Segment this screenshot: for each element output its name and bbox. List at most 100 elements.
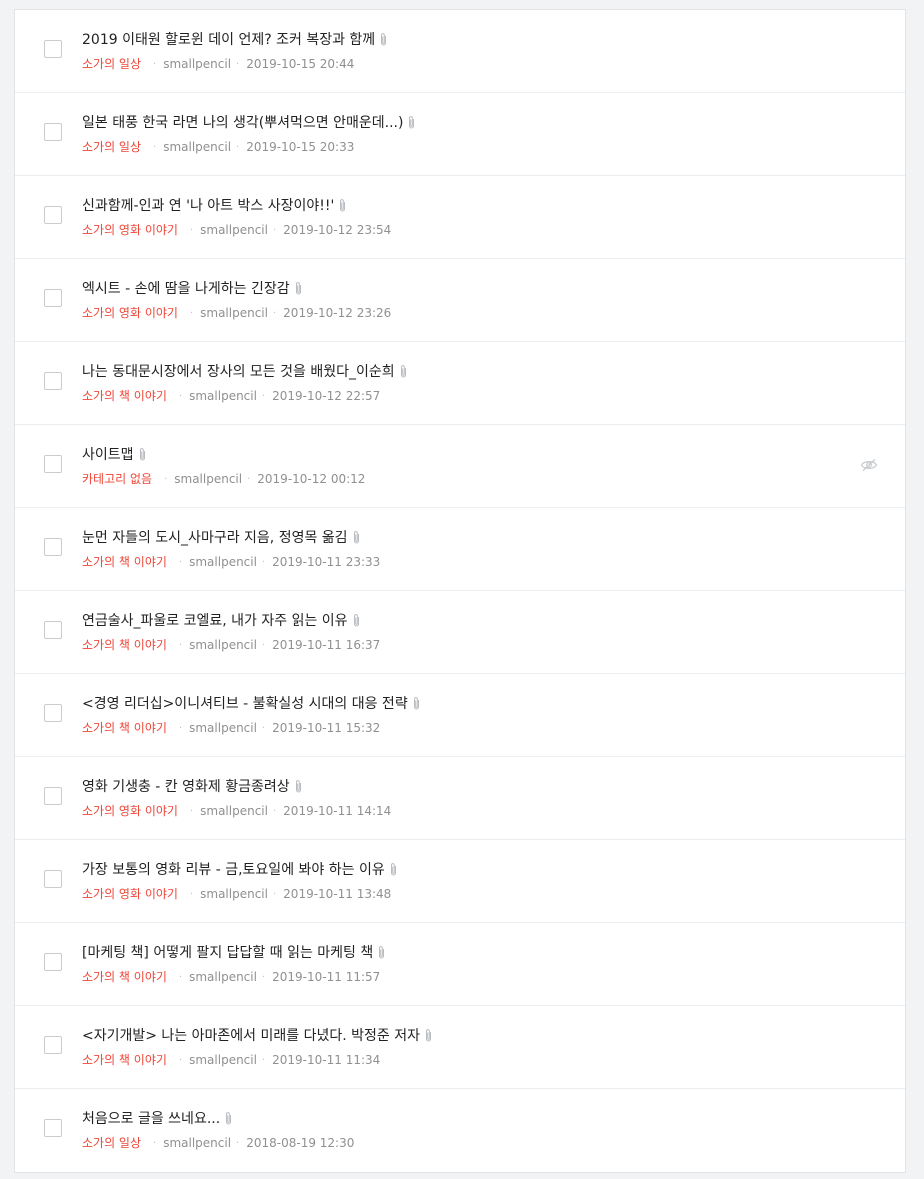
post-category-link[interactable]: 카테고리 없음 — [82, 472, 152, 486]
post-meta: 소가의 일상 · smallpencil · 2019-10-15 20:33 — [82, 139, 354, 156]
post-category-link[interactable]: 소가의 책 이야기 — [82, 970, 167, 984]
post-author: smallpencil — [174, 472, 243, 486]
post-category-link[interactable]: 소가의 책 이야기 — [82, 1053, 167, 1067]
post-select-checkbox[interactable] — [44, 1036, 62, 1054]
post-category-link[interactable]: 소가의 영화 이야기 — [82, 223, 178, 237]
post-title-link[interactable]: 가장 보통의 영화 리뷰 - 금,토요일에 봐야 하는 이유 — [82, 860, 398, 883]
meta-separator: · — [189, 308, 194, 319]
post-author: smallpencil — [163, 140, 232, 154]
meta-separator: · — [178, 557, 183, 568]
meta-separator: · — [153, 59, 157, 70]
paperclip-icon — [389, 862, 398, 883]
post-title-text: [마케팅 책] 어떻게 팔지 답답할 때 읽는 마케팅 책 — [82, 945, 374, 961]
paperclip-icon — [412, 696, 421, 717]
post-category-link[interactable]: 소가의 책 이야기 — [82, 721, 167, 735]
post-title-text: 2019 이태원 할로윈 데이 언제? 조커 복장과 함께 — [82, 32, 376, 48]
post-select-checkbox[interactable] — [44, 455, 62, 473]
post-select-checkbox[interactable] — [44, 40, 62, 58]
post-title-text: 처음으로 글을 쓰네요... — [82, 1111, 221, 1127]
post-date: 2019-10-15 20:33 — [246, 140, 355, 154]
eye-slash-icon[interactable] — [860, 457, 878, 471]
post-select-checkbox[interactable] — [44, 1119, 62, 1137]
meta-separator: · — [189, 889, 194, 900]
post-category-link[interactable]: 소가의 책 이야기 — [82, 389, 167, 403]
post-category-link[interactable]: 소가의 책 이야기 — [82, 555, 167, 569]
meta-separator: · — [272, 308, 277, 319]
post-meta: 소가의 책 이야기 · smallpencil · 2019-10-11 11:34 — [82, 1052, 380, 1069]
post-category-link[interactable]: 소가의 영화 이야기 — [82, 306, 178, 320]
post-select-checkbox[interactable] — [44, 870, 62, 888]
post-title-link[interactable]: 사이트맵 — [82, 445, 147, 468]
post-title-link[interactable]: <경영 리더십>이니셔티브 - 불확실성 시대의 대응 전략 — [82, 694, 421, 717]
post-row: <자기개발> 나는 아마존에서 미래를 다녔다. 박정준 저자소가의 책 이야기… — [15, 1006, 905, 1089]
post-title-link[interactable]: <자기개발> 나는 아마존에서 미래를 다녔다. 박정준 저자 — [82, 1026, 433, 1049]
post-row: 나는 동대문시장에서 장사의 모든 것을 배웠다_이순희 소가의 책 이야기 · sm… — [15, 342, 905, 425]
post-select-checkbox[interactable] — [44, 123, 62, 141]
post-category-link[interactable]: 소가의 일상 — [82, 57, 141, 71]
meta-separator: · — [261, 723, 266, 734]
post-category-link[interactable]: 소가의 책 이야기 — [82, 638, 167, 652]
post-select-checkbox[interactable] — [44, 372, 62, 390]
post-meta: 카테고리 없음 · smallpencil · 2019-10-12 00:12 — [82, 471, 365, 488]
post-select-checkbox[interactable] — [44, 289, 62, 307]
post-title-text: 신과함께-인과 연 '나 아트 박스 사장이야!!' — [82, 198, 335, 214]
post-date: 2019-10-11 16:37 — [272, 638, 381, 652]
post-select-checkbox[interactable] — [44, 206, 62, 224]
post-category-link[interactable]: 소가의 영화 이야기 — [82, 804, 178, 818]
post-category-link[interactable]: 소가의 영화 이야기 — [82, 887, 178, 901]
post-meta: 소가의 책 이야기 · smallpencil · 2019-10-11 11:57 — [82, 969, 380, 986]
post-title-text: 일본 태풍 한국 라면 나의 생각(뿌셔먹으면 안매운데...) — [82, 115, 404, 131]
post-date: 2019-10-15 20:44 — [246, 57, 355, 71]
post-row: 사이트맵 카테고리 없음 · smallpencil · 2019-10-12 00:12 — [15, 425, 905, 508]
paperclip-icon — [352, 530, 361, 551]
post-date: 2019-10-11 11:57 — [272, 970, 381, 984]
post-title-link[interactable]: 일본 태풍 한국 라면 나의 생각(뿌셔먹으면 안매운데...) — [82, 113, 416, 136]
post-category-link[interactable]: 소가의 일상 — [82, 1136, 141, 1150]
post-author: smallpencil — [189, 638, 257, 652]
post-author: smallpencil — [189, 555, 257, 569]
paperclip-icon — [294, 779, 303, 800]
post-row: 신과함께-인과 연 '나 아트 박스 사장이야!!' 소가의 영화 이야기 · sma… — [15, 176, 905, 259]
post-row: 처음으로 글을 쓰네요... 소가의 일상 · smallpencil · 2018-08… — [15, 1089, 905, 1172]
post-row: 엑시트 - 손에 땀을 나게하는 긴장감 소가의 영화 이야기 · smallpenc… — [15, 259, 905, 342]
post-select-checkbox[interactable] — [44, 953, 62, 971]
meta-separator: · — [261, 640, 266, 651]
meta-separator: · — [178, 972, 183, 983]
post-author: smallpencil — [163, 57, 232, 71]
post-meta: 소가의 책 이야기 · smallpencil · 2019-10-11 16:37 — [82, 637, 380, 654]
meta-separator: · — [272, 806, 277, 817]
paperclip-icon — [377, 945, 386, 966]
post-title-link[interactable]: 엑시트 - 손에 땀을 나게하는 긴장감 — [82, 279, 303, 302]
post-select-checkbox[interactable] — [44, 787, 62, 805]
post-select-checkbox[interactable] — [44, 704, 62, 722]
post-author: smallpencil — [200, 804, 268, 818]
post-date: 2019-10-12 00:12 — [257, 472, 366, 486]
post-author: smallpencil — [200, 887, 268, 901]
post-title-link[interactable]: 나는 동대문시장에서 장사의 모든 것을 배웠다_이순희 — [82, 362, 408, 385]
post-title-text: 영화 기생충 - 칸 영화제 황금종려상 — [82, 779, 290, 795]
post-title-link[interactable]: 눈먼 자들의 도시_사마구라 지음, 정영목 옮김 — [82, 528, 361, 551]
post-title-link[interactable]: 영화 기생충 - 칸 영화제 황금종려상 — [82, 777, 303, 800]
post-title-link[interactable]: [마케팅 책] 어떻게 팔지 답답할 때 읽는 마케팅 책 — [82, 943, 386, 966]
post-meta: 소가의 영화 이야기 · smallpencil · 2019-10-12 23:26 — [82, 305, 391, 322]
post-row: 연금술사_파울로 코엘료, 내가 자주 읽는 이유소가의 책 이야기 · small… — [15, 591, 905, 674]
meta-separator: · — [178, 1055, 183, 1066]
post-select-checkbox[interactable] — [44, 621, 62, 639]
meta-separator: · — [272, 225, 277, 236]
post-date: 2019-10-11 15:32 — [272, 721, 381, 735]
post-select-checkbox[interactable] — [44, 538, 62, 556]
meta-separator: · — [164, 474, 168, 485]
post-title-link[interactable]: 신과함께-인과 연 '나 아트 박스 사장이야!!' — [82, 196, 347, 219]
paperclip-icon — [399, 364, 408, 385]
post-title-link[interactable]: 처음으로 글을 쓰네요... — [82, 1109, 233, 1132]
post-row: 가장 보통의 영화 리뷰 - 금,토요일에 봐야 하는 이유소가의 영화 이야기… — [15, 840, 905, 923]
post-category-link[interactable]: 소가의 일상 — [82, 140, 141, 154]
post-title-text: 엑시트 - 손에 땀을 나게하는 긴장감 — [82, 281, 290, 297]
post-date: 2019-10-12 23:54 — [283, 223, 392, 237]
post-title-link[interactable]: 연금술사_파울로 코엘료, 내가 자주 읽는 이유 — [82, 611, 361, 634]
post-title-link[interactable]: 2019 이태원 할로윈 데이 언제? 조커 복장과 함께 — [82, 30, 388, 53]
post-author: smallpencil — [189, 1053, 257, 1067]
paperclip-icon — [407, 115, 416, 136]
post-date: 2019-10-11 13:48 — [283, 887, 392, 901]
post-title-text: <경영 리더십>이니셔티브 - 불확실성 시대의 대응 전략 — [82, 696, 408, 712]
